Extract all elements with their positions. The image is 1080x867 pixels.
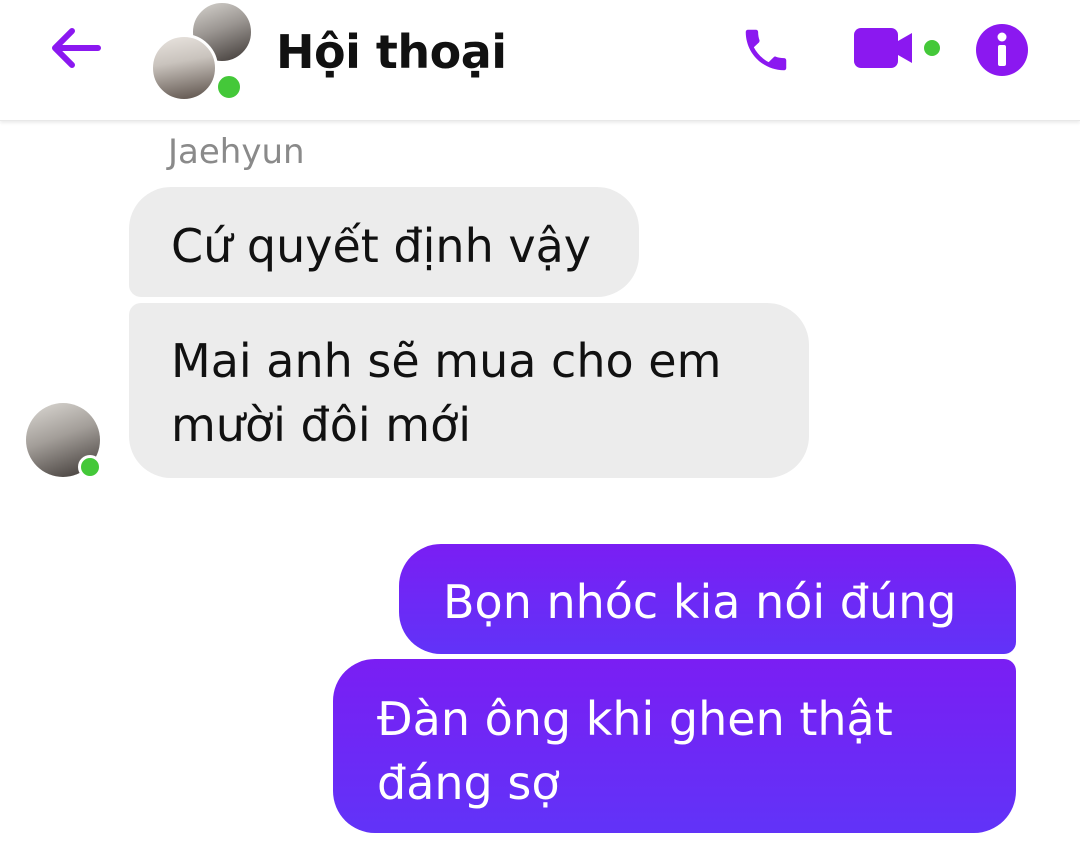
phone-icon xyxy=(745,29,787,71)
conversation-title[interactable]: Hội thoại xyxy=(276,22,507,82)
call-button[interactable] xyxy=(736,20,796,80)
arrow-left-icon xyxy=(52,28,101,68)
outgoing-message[interactable]: Bọn nhóc kia nói đúng xyxy=(399,544,1016,654)
message-text: Cứ quyết định vậy xyxy=(171,219,591,273)
video-call-button[interactable] xyxy=(850,24,950,76)
sender-name: Jaehyun xyxy=(168,132,305,172)
conversation-header: Hội thoại xyxy=(0,0,1080,121)
info-button[interactable] xyxy=(972,20,1032,80)
message-text-line: mười đôi mới xyxy=(171,398,471,452)
incoming-message[interactable]: Mai anh sẽ mua cho em mười đôi mới xyxy=(129,303,809,478)
back-button[interactable] xyxy=(40,18,110,78)
group-avatar[interactable] xyxy=(150,0,260,110)
incoming-message[interactable]: Cứ quyết định vậy xyxy=(129,187,639,297)
message-text: Bọn nhóc kia nói đúng xyxy=(443,575,957,629)
message-text-line: đáng sợ xyxy=(377,756,560,810)
info-icon xyxy=(976,24,1028,76)
online-status-dot xyxy=(78,455,102,479)
outgoing-message[interactable]: Đàn ông khi ghen thật đáng sợ xyxy=(333,659,1016,833)
video-camera-icon xyxy=(854,28,940,68)
avatar xyxy=(150,34,218,102)
online-status-dot xyxy=(214,72,244,102)
message-text-line: Đàn ông khi ghen thật xyxy=(377,692,893,746)
message-text-line: Mai anh sẽ mua cho em xyxy=(171,334,722,388)
